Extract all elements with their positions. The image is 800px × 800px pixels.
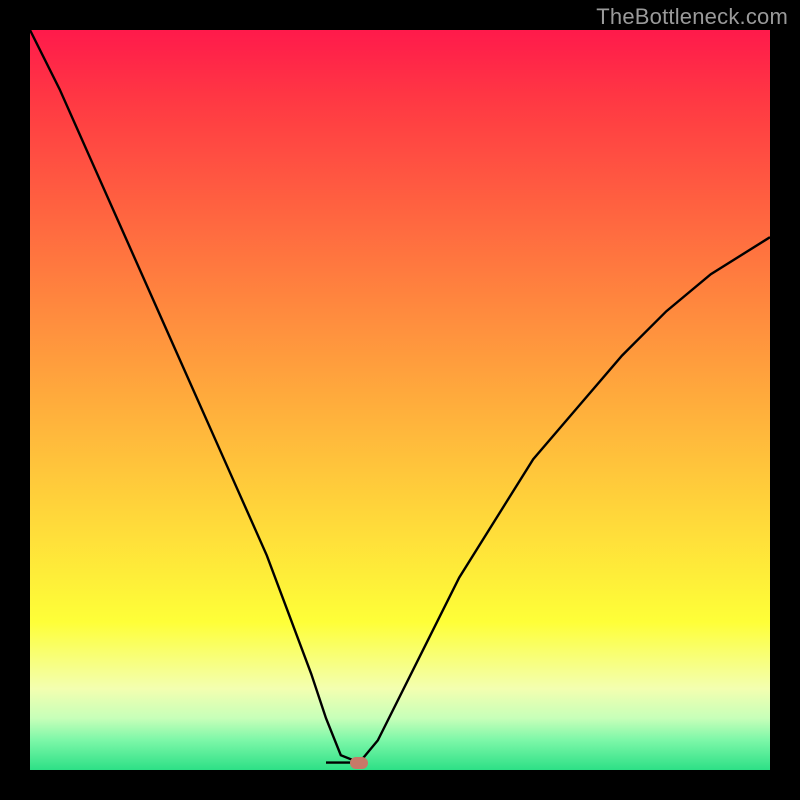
- curve-path: [30, 30, 770, 763]
- chart-frame: TheBottleneck.com: [0, 0, 800, 800]
- minimum-marker: [350, 757, 368, 769]
- watermark-text: TheBottleneck.com: [596, 4, 788, 30]
- bottleneck-curve: [30, 30, 770, 770]
- plot-area: [30, 30, 770, 770]
